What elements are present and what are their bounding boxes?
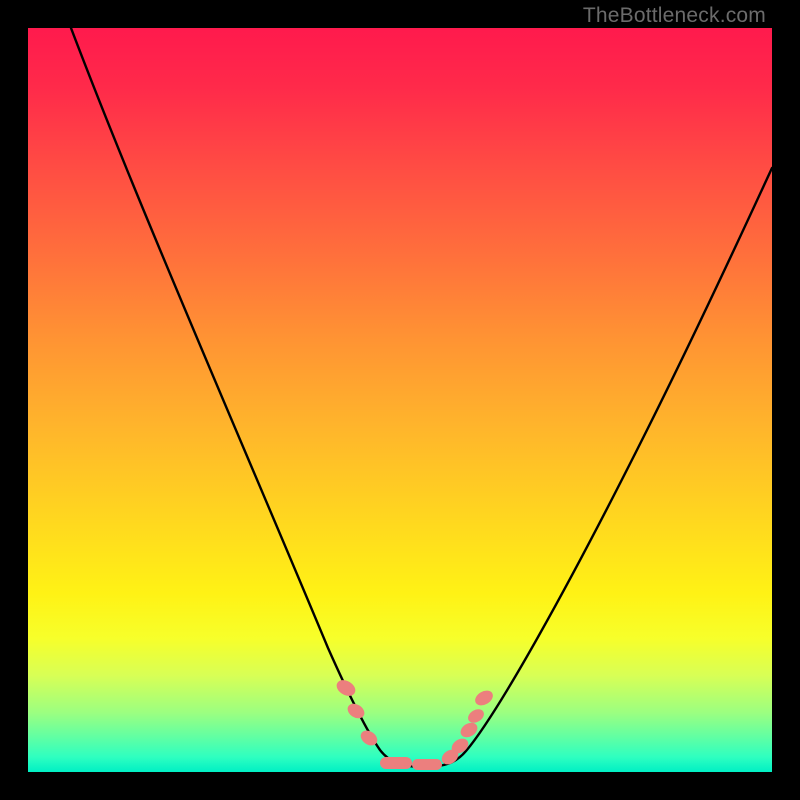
- curve-layer: [28, 28, 772, 772]
- plot-area: [28, 28, 772, 772]
- highlighted-points: [334, 677, 496, 770]
- chart-frame: TheBottleneck.com: [0, 0, 800, 800]
- watermark-text: TheBottleneck.com: [583, 4, 766, 28]
- bottleneck-curve: [38, 28, 772, 767]
